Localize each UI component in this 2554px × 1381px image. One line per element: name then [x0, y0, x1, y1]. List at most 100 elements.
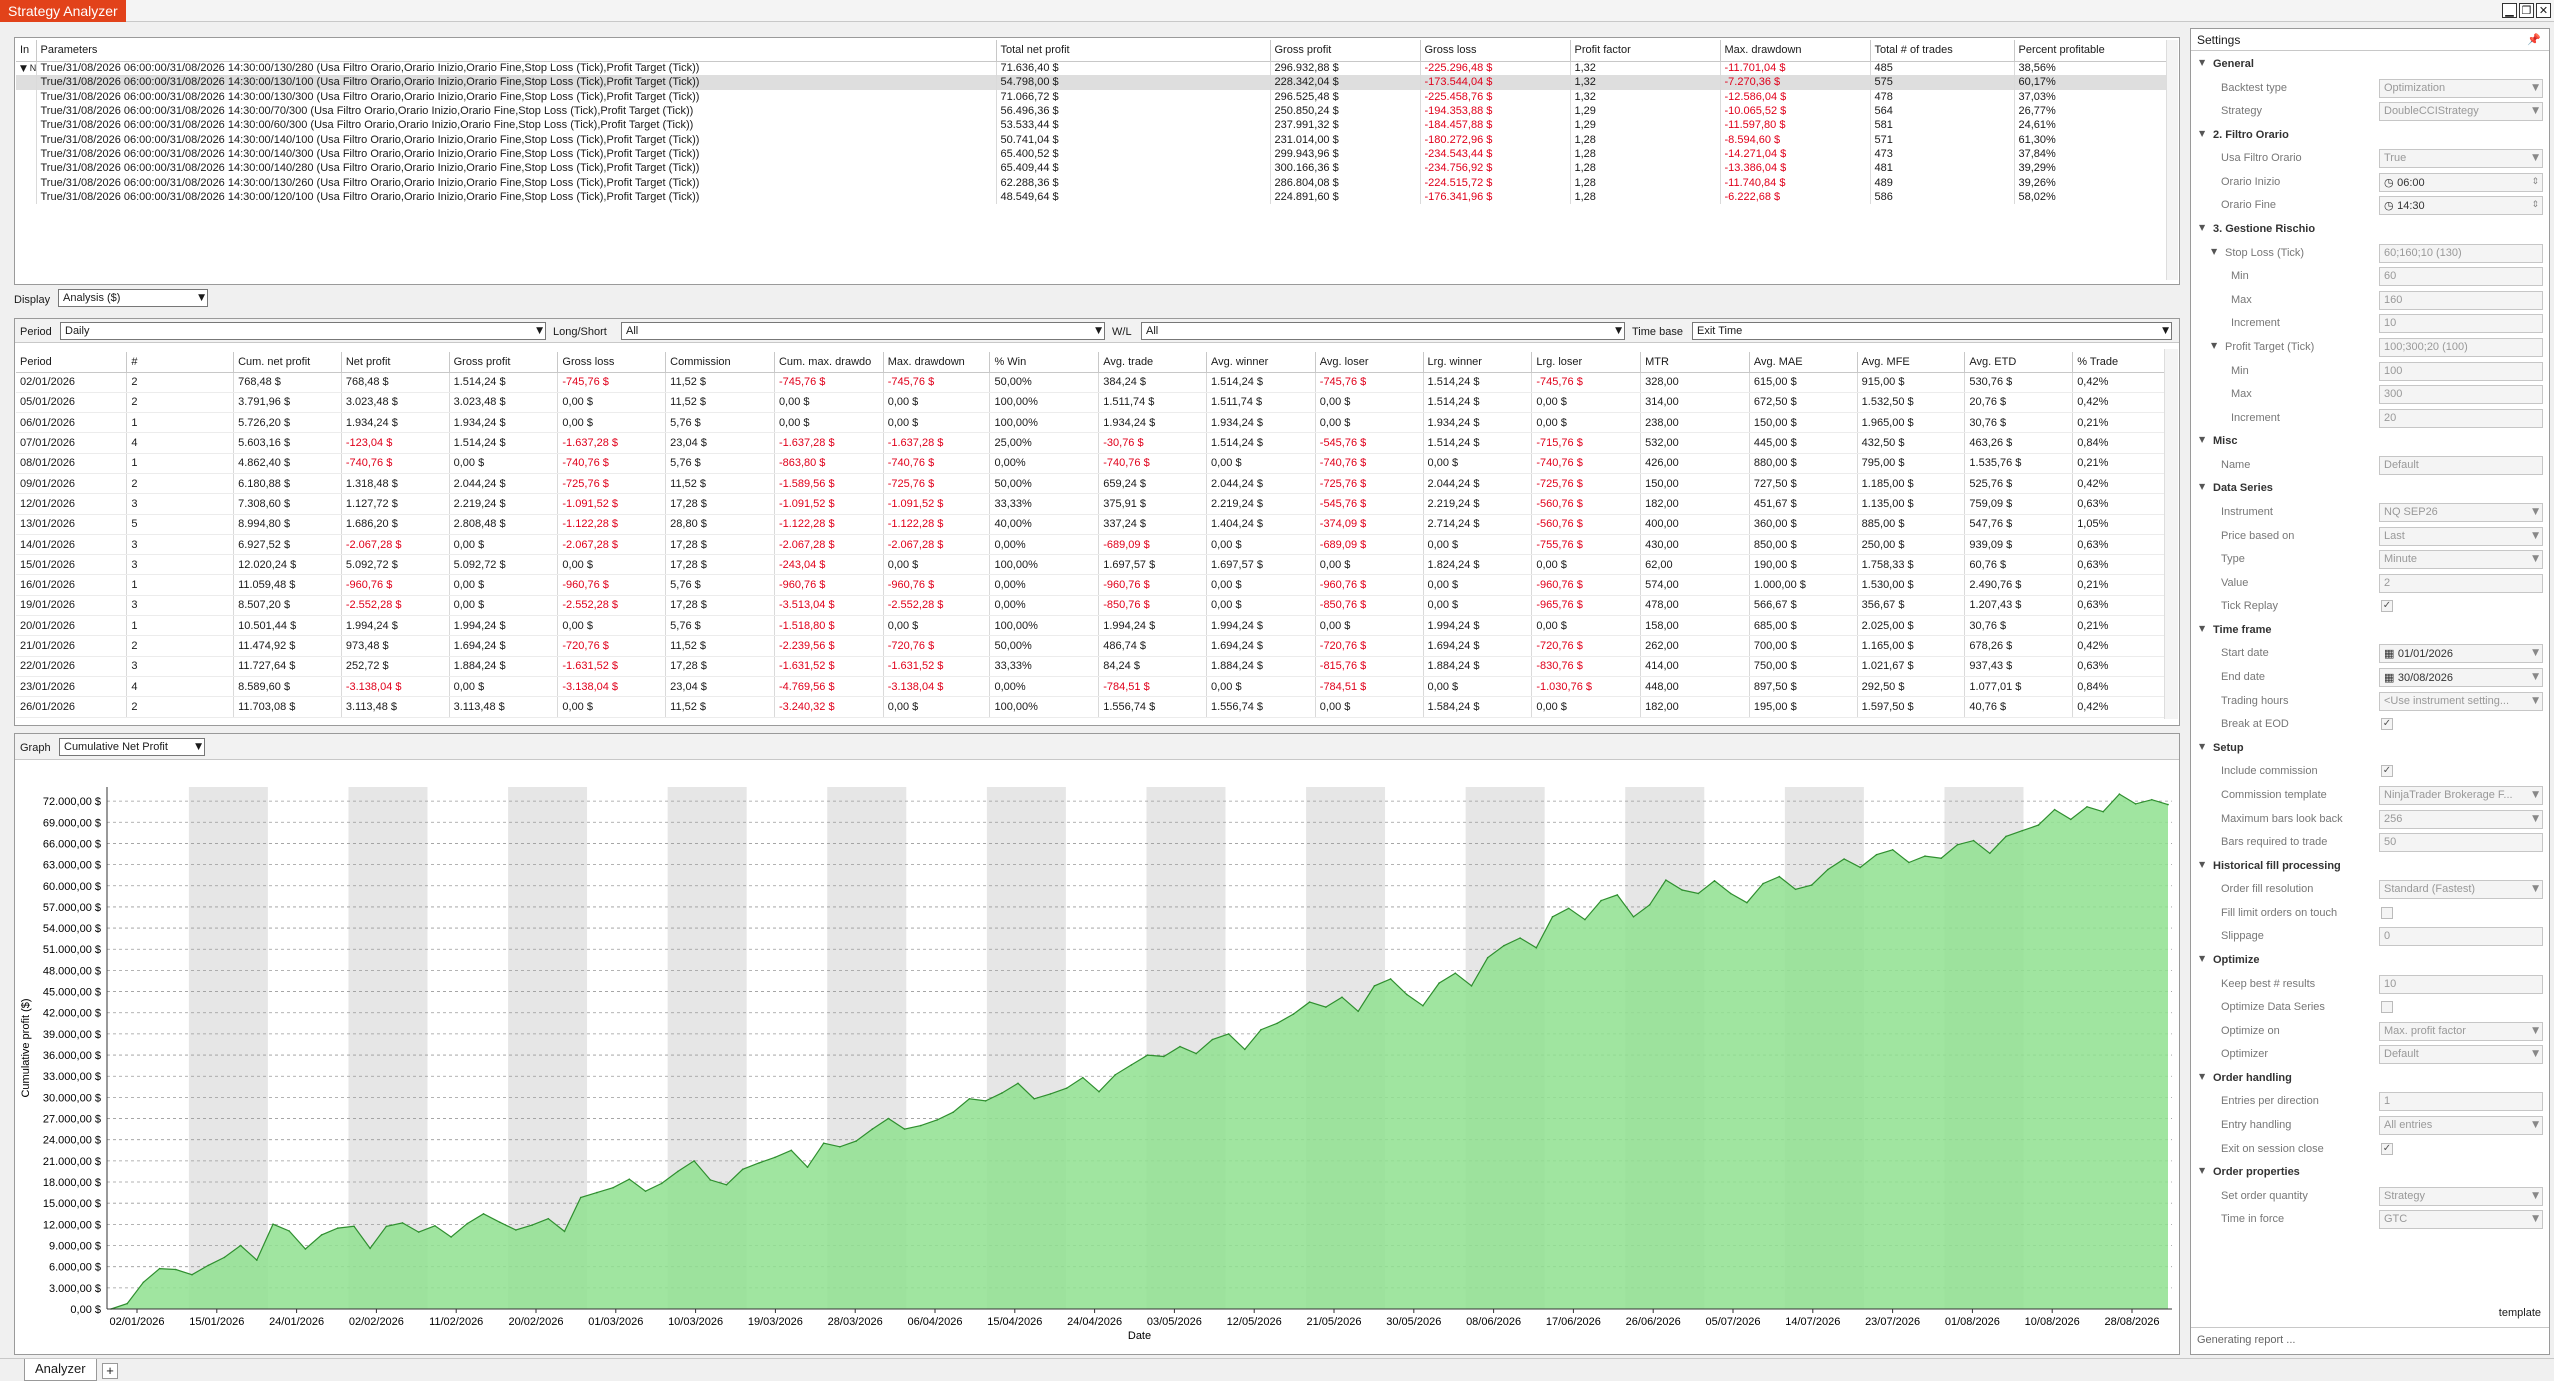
settings-value-field[interactable]: 0 — [2379, 927, 2543, 947]
chevron-down-icon[interactable]: ▼ — [2532, 80, 2539, 97]
settings-value-field[interactable]: Standard (Fastest) ▼ — [2379, 880, 2543, 900]
settings-checkbox[interactable] — [2381, 1001, 2393, 1014]
collapse-icon[interactable]: ▼ — [2199, 58, 2205, 67]
period-table-row[interactable]: 26/01/2026 2 11.703,08 $3.113,48 $3.113,48… — [16, 696, 2176, 718]
settings-row[interactable]: Include commission ✓ — [2191, 760, 2549, 784]
settings-value-field[interactable]: Default ▼ — [2379, 1045, 2543, 1065]
period-col-header[interactable]: Avg. MAE — [1749, 352, 1858, 373]
opt-table-row[interactable]: True/31/08/2026 06:00:00/31/08/2026 14:3… — [16, 189, 2177, 204]
opt-table-row[interactable]: ▼ N True/31/08/2026 06:00:00/31/08/2026 1… — [16, 61, 2177, 76]
settings-category[interactable]: ▼ General — [2191, 53, 2549, 77]
period-col-header[interactable]: Commission — [665, 352, 775, 373]
settings-row[interactable]: Trading hours <Use instrument setting... ▼ — [2191, 690, 2549, 714]
settings-row[interactable]: Start date ▦ 01/01/2026 ▼ — [2191, 642, 2549, 666]
settings-value-field[interactable]: Optimization ▼ — [2379, 78, 2543, 98]
settings-value-field[interactable]: 60 — [2379, 267, 2543, 287]
opt-col-header[interactable]: Gross profit — [1270, 40, 1421, 62]
period-table-row[interactable]: 08/01/2026 1 4.862,40 $ -740,76 $0,00 $ -740… — [16, 453, 2176, 474]
expand-icon[interactable]: ▼ — [20, 64, 30, 74]
opt-table-row[interactable]: True/31/08/2026 06:00:00/31/08/2026 14:3… — [16, 103, 2177, 119]
period-col-header[interactable]: Max. drawdown — [883, 352, 991, 373]
chevron-down-icon[interactable]: ▼ — [2532, 881, 2539, 898]
period-col-header[interactable]: Lrg. loser — [1531, 352, 1642, 373]
collapse-icon[interactable]: ▼ — [2199, 435, 2205, 444]
spinner-icon[interactable]: ⇕ — [2531, 197, 2539, 214]
pin-icon[interactable]: 📌 — [2527, 29, 2541, 51]
settings-value-field[interactable]: ◷ 14:30 ⇕ — [2379, 196, 2543, 216]
settings-value-field[interactable]: ◷ 06:00 ⇕ — [2379, 172, 2543, 192]
settings-row[interactable]: Increment 20 — [2191, 407, 2549, 431]
chevron-down-icon[interactable]: ▼ — [2532, 669, 2539, 686]
time-base-select[interactable]: Exit Time ▼ — [1692, 322, 2172, 340]
collapse-icon[interactable]: ▼ — [2199, 742, 2205, 751]
settings-row[interactable]: ▼ Stop Loss (Tick) 60;160;10 (130) — [2191, 242, 2549, 266]
settings-value-field[interactable]: 10 — [2379, 314, 2543, 334]
collapse-icon[interactable]: ▼ — [2199, 129, 2205, 138]
optimization-scrollbar[interactable] — [2166, 40, 2178, 280]
period-col-header[interactable]: Gross loss — [557, 352, 667, 373]
settings-row[interactable]: ▼ Profit Target (Tick) 100;300;20 (100) — [2191, 336, 2549, 360]
period-table-row[interactable]: 07/01/2026 4 5.603,16 $ -123,04 $1.514,24 $… — [16, 432, 2176, 454]
chevron-down-icon[interactable]: ▼ — [2532, 811, 2539, 828]
settings-value-field[interactable]: Default — [2379, 455, 2543, 475]
period-col-header[interactable]: % Win — [989, 352, 1100, 373]
settings-row[interactable]: Strategy DoubleCCIStrategy ▼ — [2191, 100, 2549, 124]
period-table-row[interactable]: 06/01/2026 1 5.726,20 $1.934,24 $1.934,24 … — [16, 412, 2176, 434]
chevron-down-icon[interactable]: ▼ — [2532, 645, 2539, 662]
settings-row[interactable]: Tick Replay ✓ — [2191, 595, 2549, 619]
period-table-row[interactable]: 09/01/2026 2 6.180,88 $1.318,48 $2.044,24 … — [16, 473, 2176, 495]
settings-row[interactable]: Exit on session close ✓ — [2191, 1138, 2549, 1162]
settings-value-field[interactable]: 2 — [2379, 573, 2543, 593]
close-icon[interactable]: ✕ — [2536, 3, 2551, 18]
settings-category[interactable]: ▼ Optimize — [2191, 949, 2549, 973]
settings-value-field[interactable]: Last ▼ — [2379, 526, 2543, 546]
chevron-down-icon[interactable]: ▼ — [2532, 150, 2539, 167]
collapse-icon[interactable]: ▼ — [2199, 624, 2205, 633]
settings-row[interactable]: Backtest type Optimization ▼ — [2191, 77, 2549, 101]
settings-row[interactable]: Value 2 — [2191, 572, 2549, 596]
settings-value-field[interactable]: 300 — [2379, 385, 2543, 405]
period-col-header[interactable]: Avg. winner — [1206, 352, 1316, 373]
long-short-select[interactable]: All ▼ — [621, 322, 1105, 340]
collapse-icon[interactable]: ▼ — [2211, 341, 2217, 350]
window-title[interactable]: Strategy Analyzer — [0, 0, 126, 22]
period-col-header[interactable]: Cum. net profit — [233, 352, 342, 373]
template-link[interactable]: template — [2499, 1307, 2541, 1319]
settings-row[interactable]: Optimize on Max. profit factor ▼ — [2191, 1020, 2549, 1044]
chevron-down-icon[interactable]: ▼ — [2532, 1188, 2539, 1205]
period-table-row[interactable]: 02/01/2026 2 768,48 $768,48 $1.514,24 $ -74… — [16, 372, 2176, 393]
chevron-down-icon[interactable]: ▼ — [2532, 551, 2539, 568]
settings-category[interactable]: ▼ Data Series — [2191, 477, 2549, 501]
settings-row[interactable]: Usa Filtro Orario True ▼ — [2191, 147, 2549, 171]
opt-table-row[interactable]: True/31/08/2026 06:00:00/31/08/2026 14:3… — [16, 89, 2177, 104]
settings-value-field[interactable]: ▦ 01/01/2026 ▼ — [2379, 644, 2543, 664]
chevron-down-icon[interactable]: ▼ — [2532, 528, 2539, 545]
period-col-header[interactable]: Net profit — [341, 352, 450, 373]
chevron-down-icon[interactable]: ▼ — [2532, 1046, 2539, 1063]
tab-analyzer[interactable]: Analyzer — [24, 1359, 97, 1381]
settings-row[interactable]: Keep best # results 10 — [2191, 973, 2549, 997]
settings-value-field[interactable]: ▦ 30/08/2026 ▼ — [2379, 668, 2543, 687]
collapse-icon[interactable]: ▼ — [2199, 954, 2205, 963]
settings-value-field[interactable]: GTC ▼ — [2379, 1210, 2543, 1230]
settings-value-field[interactable]: 1 — [2379, 1092, 2543, 1112]
settings-checkbox[interactable]: ✓ — [2381, 1142, 2393, 1155]
restore-icon[interactable]: ❐ — [2519, 3, 2534, 18]
period-table-row[interactable]: 23/01/2026 4 8.589,60 $ -3.138,04 $0,00 $ -3… — [16, 676, 2176, 698]
spinner-icon[interactable]: ⇕ — [2531, 174, 2539, 191]
settings-row[interactable]: Max 160 — [2191, 289, 2549, 313]
settings-row[interactable]: Max 300 — [2191, 383, 2549, 407]
settings-value-field[interactable]: True ▼ — [2379, 149, 2543, 169]
settings-category[interactable]: ▼ Time frame — [2191, 619, 2549, 643]
settings-value-field[interactable]: 100 — [2379, 361, 2543, 381]
opt-col-header[interactable]: Max. drawdown — [1720, 40, 1871, 62]
opt-table-row[interactable]: True/31/08/2026 06:00:00/31/08/2026 14:3… — [16, 146, 2177, 162]
settings-row[interactable]: Optimizer Default ▼ — [2191, 1043, 2549, 1067]
settings-row[interactable]: Type Minute ▼ — [2191, 548, 2549, 572]
opt-col-header[interactable]: In — [16, 40, 37, 62]
period-table-row[interactable]: 20/01/2026 1 10.501,44 $1.994,24 $1.994,24… — [16, 615, 2176, 637]
period-table-row[interactable]: 21/01/2026 2 11.474,92 $973,48 $1.694,24 $… — [16, 635, 2176, 657]
settings-row[interactable]: Time in force GTC ▼ — [2191, 1208, 2549, 1232]
period-col-header[interactable]: Avg. loser — [1315, 352, 1424, 373]
settings-row[interactable]: Entries per direction 1 — [2191, 1090, 2549, 1114]
